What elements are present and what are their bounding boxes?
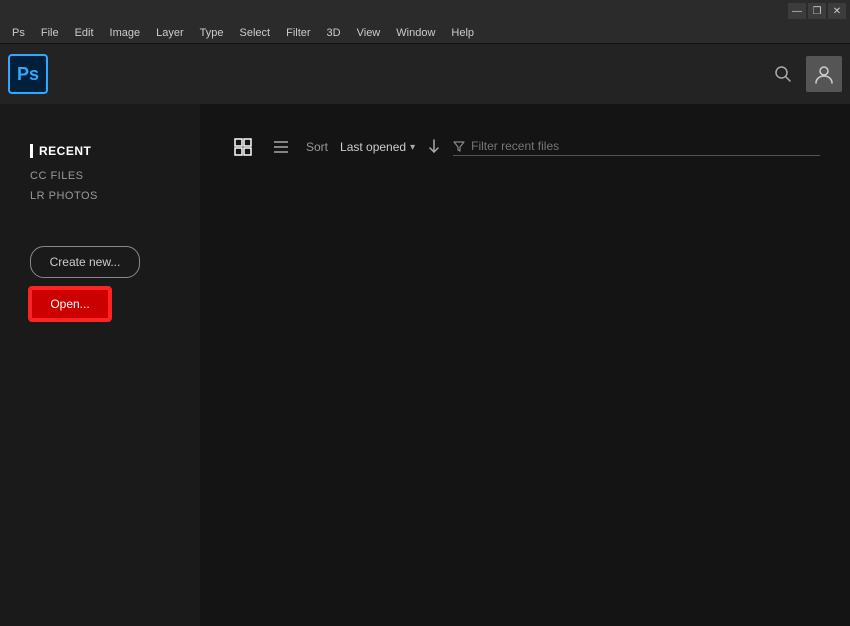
- sidebar-buttons: Create new... Open...: [30, 246, 180, 320]
- menu-ps[interactable]: Ps: [4, 22, 33, 44]
- menu-filter[interactable]: Filter: [278, 22, 318, 44]
- menu-image[interactable]: Image: [102, 22, 149, 44]
- title-bar: — ❐ ✕: [0, 0, 850, 22]
- menu-window[interactable]: Window: [388, 22, 443, 44]
- sort-desc-icon: [427, 139, 441, 153]
- list-icon: [272, 138, 290, 156]
- menu-3d[interactable]: 3D: [319, 22, 349, 44]
- chevron-down-icon: ▾: [410, 142, 415, 153]
- sort-toolbar: Sort Last opened ▾: [230, 134, 820, 160]
- content-area: Sort Last opened ▾: [200, 104, 850, 626]
- open-button[interactable]: Open...: [30, 288, 110, 320]
- menu-type[interactable]: Type: [192, 22, 232, 44]
- restore-button[interactable]: ❐: [808, 3, 826, 19]
- list-view-button[interactable]: [268, 134, 294, 160]
- user-avatar[interactable]: [806, 56, 842, 92]
- filter-input[interactable]: [471, 139, 621, 153]
- search-button[interactable]: [768, 59, 798, 89]
- sort-value: Last opened: [340, 140, 406, 154]
- menu-select[interactable]: Select: [232, 22, 279, 44]
- main-content: RECENT CC FILES LR PHOTOS Create new... …: [0, 104, 850, 626]
- menu-help[interactable]: Help: [443, 22, 482, 44]
- grid-view-button[interactable]: [230, 134, 256, 160]
- filter-icon: [453, 140, 465, 152]
- sidebar-item-lr-photos[interactable]: LR PHOTOS: [30, 186, 180, 206]
- minimize-button[interactable]: —: [788, 3, 806, 19]
- ps-logo: Ps: [8, 54, 48, 94]
- sidebar-item-cc-files[interactable]: CC FILES: [30, 166, 180, 186]
- menu-file[interactable]: File: [33, 22, 67, 44]
- header-bar: Ps: [0, 44, 850, 104]
- menu-bar: Ps File Edit Image Layer Type Select Fil…: [0, 22, 850, 44]
- sidebar-section-recent: RECENT CC FILES LR PHOTOS: [30, 144, 180, 206]
- sidebar: RECENT CC FILES LR PHOTOS Create new... …: [0, 104, 200, 626]
- create-new-button[interactable]: Create new...: [30, 246, 140, 278]
- grid-icon: [234, 138, 252, 156]
- filter-container: [453, 139, 820, 156]
- menu-layer[interactable]: Layer: [148, 22, 192, 44]
- sort-direction-button[interactable]: [427, 139, 441, 156]
- close-button[interactable]: ✕: [828, 3, 846, 19]
- sort-label: Sort: [306, 140, 328, 154]
- user-icon: [813, 63, 835, 85]
- menu-view[interactable]: View: [349, 22, 389, 44]
- menu-edit[interactable]: Edit: [67, 22, 102, 44]
- sidebar-recent-label: RECENT: [30, 144, 180, 158]
- search-icon: [774, 65, 792, 83]
